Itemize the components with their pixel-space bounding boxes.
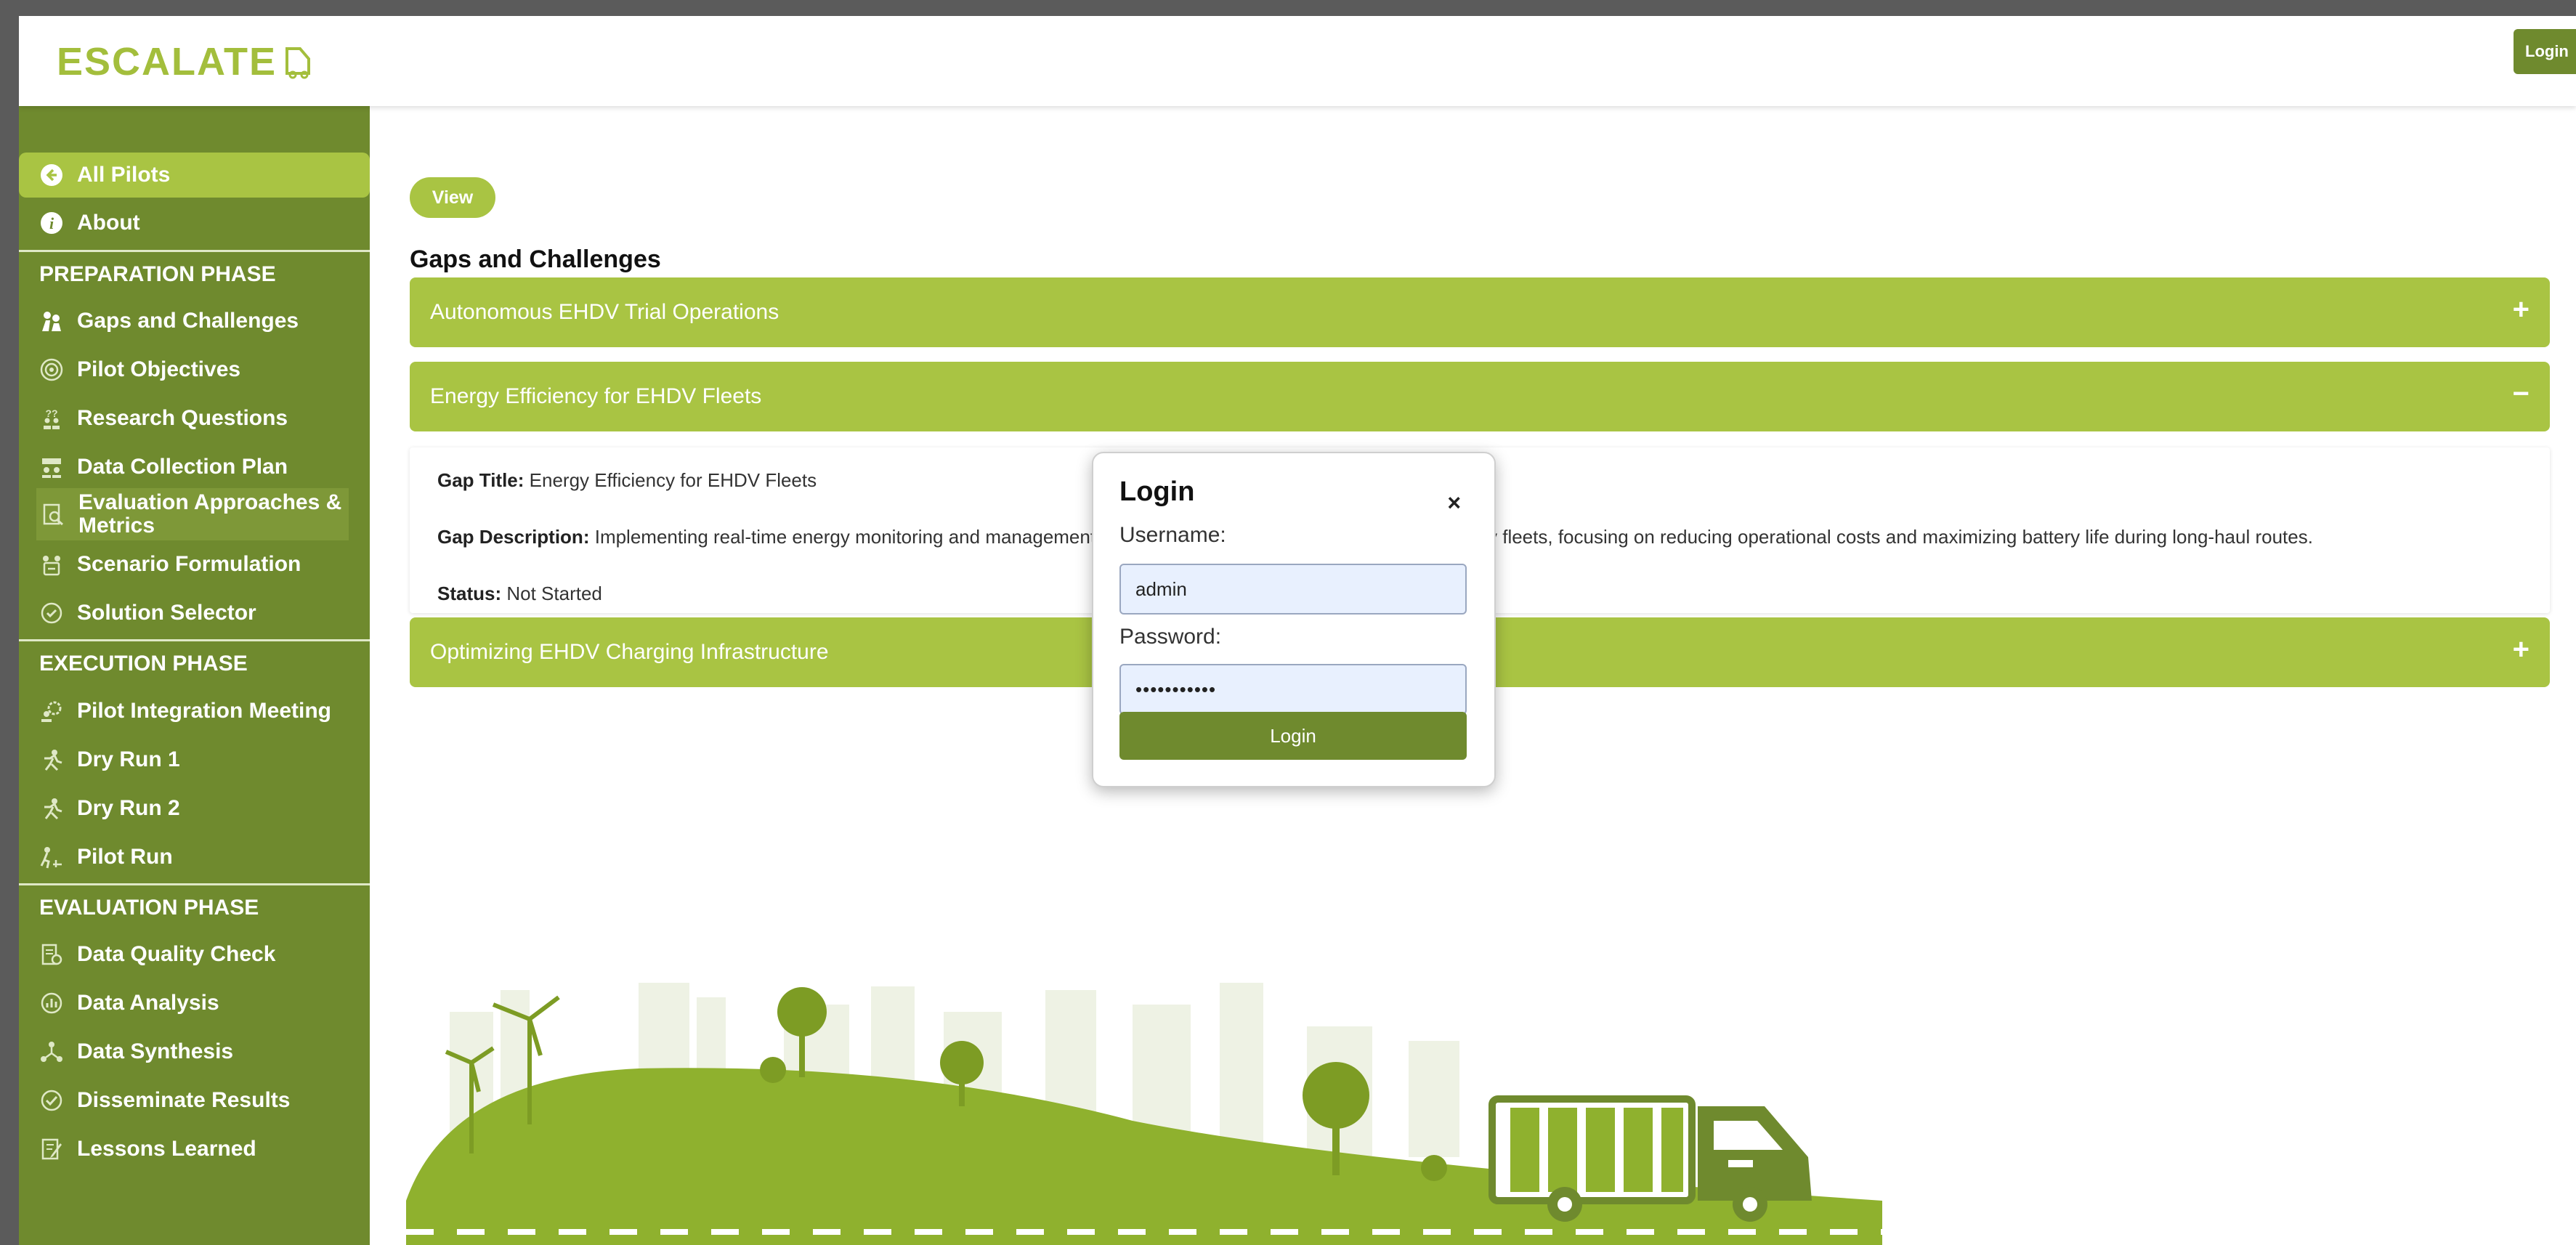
runner-icon bbox=[39, 747, 64, 772]
accordion-title: Optimizing EHDV Charging Infrastructure bbox=[430, 640, 829, 664]
gap-description-value: Implementing real-time energy monitoring… bbox=[594, 526, 1111, 548]
sidebar-item-data-collection-plan[interactable]: Data Collection Plan bbox=[19, 445, 370, 490]
data-collection-icon bbox=[39, 455, 64, 479]
sidebar-item-solution-selector[interactable]: Solution Selector bbox=[19, 591, 370, 636]
document-check-icon bbox=[39, 942, 64, 967]
gap-description-field: Gap Description: Implementing real-time … bbox=[437, 526, 1110, 548]
question-people-icon: ?? bbox=[39, 406, 64, 431]
sidebar-item-data-analysis[interactable]: Data Analysis bbox=[19, 981, 370, 1026]
top-header: ESCALATE Login bbox=[19, 16, 2576, 106]
accordion-title: Energy Efficiency for EHDV Fleets bbox=[430, 384, 762, 408]
expand-icon[interactable]: + bbox=[2513, 293, 2530, 326]
close-icon[interactable]: × bbox=[1447, 490, 1461, 516]
sidebar-item-dry-run-1[interactable]: Dry Run 1 bbox=[19, 737, 370, 782]
status-field: Status: Not Started bbox=[437, 583, 602, 605]
gap-title-value: Energy Efficiency for EHDV Fleets bbox=[529, 469, 817, 491]
evaluation-icon bbox=[41, 502, 65, 527]
login-submit-button[interactable]: Login bbox=[1119, 712, 1467, 760]
expand-icon[interactable]: + bbox=[2513, 633, 2530, 666]
sidebar-item-pilot-run[interactable]: Pilot Run bbox=[19, 835, 370, 880]
sidebar-item-dry-run-2[interactable]: Dry Run 2 bbox=[19, 786, 370, 831]
target-icon bbox=[39, 357, 64, 382]
phase-header-preparation: PREPARATION PHASE bbox=[19, 250, 370, 296]
svg-text:i: i bbox=[49, 214, 54, 232]
gap-title-field: Gap Title: Energy Efficiency for EHDV Fl… bbox=[437, 469, 817, 492]
sidebar-item-scenario-formulation[interactable]: Scenario Formulation bbox=[19, 542, 370, 587]
disseminate-icon bbox=[39, 1088, 64, 1113]
runner-icon bbox=[39, 796, 64, 821]
page-title: Gaps and Challenges bbox=[410, 246, 661, 273]
climbing-people-icon bbox=[39, 309, 64, 333]
collapse-icon[interactable]: − bbox=[2513, 378, 2530, 410]
accordion-header-energy-efficiency[interactable]: Energy Efficiency for EHDV Fleets − bbox=[410, 362, 2550, 431]
modal-title: Login bbox=[1119, 476, 1195, 507]
phase-header-evaluation: EVALUATION PHASE bbox=[19, 883, 370, 930]
accordion-header-autonomous-operations[interactable]: Autonomous EHDV Trial Operations + bbox=[410, 277, 2550, 347]
sidebar-item-data-synthesis[interactable]: Data Synthesis bbox=[19, 1029, 370, 1074]
check-circle-icon bbox=[39, 601, 64, 625]
sidebar-item-data-quality-check[interactable]: Data Quality Check bbox=[19, 932, 370, 977]
sidebar-item-lessons-learned[interactable]: Lessons Learned bbox=[19, 1127, 370, 1172]
gap-description-label: Gap Description: bbox=[437, 526, 590, 548]
synthesis-icon bbox=[39, 1039, 64, 1064]
sidebar-item-evaluation-approaches[interactable]: Evaluation Approaches & Metrics bbox=[36, 488, 349, 540]
gear-people-icon bbox=[39, 699, 64, 723]
analysis-icon bbox=[39, 991, 64, 1015]
header-login-button[interactable]: Login bbox=[2514, 29, 2576, 74]
login-modal: Login × Username: admin Password: ••••••… bbox=[1092, 452, 1496, 787]
sidebar-item-about[interactable]: i About bbox=[19, 200, 370, 246]
username-label: Username: bbox=[1119, 523, 1226, 547]
status-label: Status: bbox=[437, 583, 502, 604]
arrow-left-circle-icon bbox=[39, 163, 64, 187]
pilot-run-icon bbox=[39, 845, 64, 869]
scenario-icon bbox=[39, 552, 64, 577]
notebook-icon bbox=[39, 1137, 64, 1161]
sidebar-item-pilot-integration-meeting[interactable]: Pilot Integration Meeting bbox=[19, 689, 370, 734]
phase-header-execution: EXECUTION PHASE bbox=[19, 639, 370, 686]
password-label: Password: bbox=[1119, 625, 1222, 649]
escalate-logo[interactable]: ESCALATE bbox=[57, 39, 315, 84]
gap-title-label: Gap Title: bbox=[437, 469, 524, 491]
gap-description-continuation: y fleets, focusing on reducing operation… bbox=[1488, 526, 2313, 548]
logo-text: ESCALATE bbox=[57, 40, 278, 84]
sidebar-item-research-questions[interactable]: ?? Research Questions bbox=[19, 396, 370, 441]
sidebar-item-pilot-objectives[interactable]: Pilot Objectives bbox=[19, 347, 370, 392]
sidebar-item-all-pilots[interactable]: All Pilots bbox=[19, 153, 370, 198]
svg-text:??: ?? bbox=[45, 407, 57, 419]
accordion-title: Autonomous EHDV Trial Operations bbox=[430, 300, 779, 324]
info-circle-icon: i bbox=[39, 211, 64, 235]
sidebar-item-disseminate-results[interactable]: Disseminate Results bbox=[19, 1078, 370, 1123]
username-input[interactable]: admin bbox=[1119, 564, 1467, 615]
password-input[interactable]: ••••••••••• bbox=[1119, 664, 1467, 715]
status-value: Not Started bbox=[506, 583, 602, 604]
logo-truck-icon bbox=[285, 47, 311, 79]
sidebar-item-gaps-and-challenges[interactable]: Gaps and Challenges bbox=[19, 299, 370, 344]
electric-truck-illustration bbox=[406, 983, 1882, 1245]
view-button[interactable]: View bbox=[410, 177, 495, 218]
sidebar: All Pilots i About PREPARATION PHASE Gap… bbox=[19, 106, 370, 1245]
